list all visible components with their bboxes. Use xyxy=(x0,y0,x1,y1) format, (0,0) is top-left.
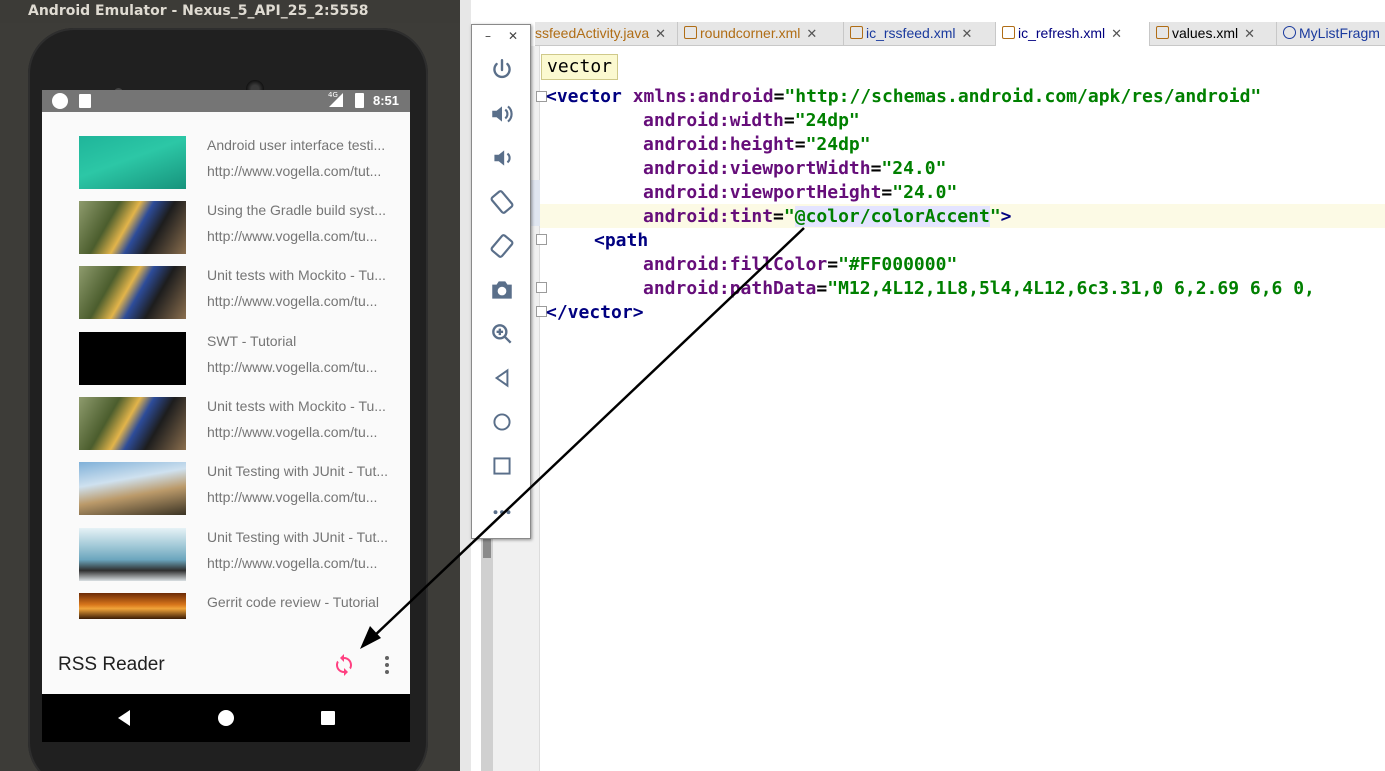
feed-thumbnail xyxy=(79,528,186,581)
emulator-window: Android Emulator - Nexus_5_API_25_2:5558… xyxy=(0,0,460,771)
feed-title: Unit Testing with JUnit - Tut... xyxy=(207,463,389,479)
status-time: 8:51 xyxy=(373,93,400,108)
editor-tabs: ssfeedActivity.java ✕ roundcorner.xml ✕ ic… xyxy=(535,22,1385,46)
status-bar: 4G 8:51 xyxy=(42,90,410,112)
close-icon[interactable]: ✕ xyxy=(961,26,972,41)
feed-thumbnail xyxy=(79,266,186,319)
code-line: </vector> xyxy=(546,302,644,323)
camera-icon[interactable] xyxy=(489,277,515,303)
list-item[interactable]: Unit Testing with JUnit - Tut... http://… xyxy=(42,462,410,527)
more-icon[interactable] xyxy=(489,497,515,523)
feed-thumbnail xyxy=(79,593,186,619)
close-icon[interactable]: ✕ xyxy=(806,26,817,41)
overflow-menu-icon[interactable] xyxy=(377,653,397,677)
overview-icon[interactable] xyxy=(316,706,340,730)
code-line: android:fillColor="#FF000000" xyxy=(643,254,958,275)
minimize-icon[interactable]: – xyxy=(485,29,491,43)
rotate-right-icon[interactable] xyxy=(489,233,515,259)
close-icon[interactable]: ✕ xyxy=(655,26,666,41)
feed-link: http://www.vogella.com/tu... xyxy=(207,359,378,375)
navigation-bar xyxy=(42,694,410,742)
zoom-icon[interactable] xyxy=(489,321,515,347)
feed-link: http://www.vogella.com/tu... xyxy=(207,293,378,309)
feed-link: http://www.vogella.com/tu... xyxy=(207,228,378,244)
battery-icon xyxy=(355,93,364,108)
feed-title: Unit tests with Mockito - Tu... xyxy=(207,398,386,414)
feed-thumbnail xyxy=(79,136,186,189)
list-item[interactable]: Unit Testing with JUnit - Tut... http://… xyxy=(42,528,410,593)
close-icon[interactable]: ✕ xyxy=(1111,26,1122,41)
feed-title: Android user interface testi... xyxy=(207,137,386,153)
feed-list[interactable]: Android user interface testi... http://w… xyxy=(42,112,410,622)
list-item[interactable]: Gerrit code review - Tutorial xyxy=(42,593,410,622)
color-resource-ref: @color/colorAccent xyxy=(794,206,990,227)
home-icon[interactable] xyxy=(214,706,238,730)
scroll-thumb[interactable] xyxy=(483,538,491,558)
fold-marker-icon[interactable] xyxy=(536,282,547,293)
feed-thumbnail xyxy=(79,462,186,515)
notification-dot-icon xyxy=(52,93,68,109)
ide-side-panel xyxy=(460,0,471,771)
close-icon[interactable]: ✕ xyxy=(1244,26,1255,41)
tab-ic-rssfeed[interactable]: ic_rssfeed.xml ✕ xyxy=(844,22,996,46)
sd-card-icon xyxy=(79,94,91,108)
tab-mylistfragment[interactable]: MyListFragm xyxy=(1277,22,1385,46)
refresh-icon[interactable] xyxy=(332,653,356,677)
xml-file-icon xyxy=(684,26,697,39)
code-line: android:height="24dp" xyxy=(643,134,871,155)
tab-roundcorner[interactable]: roundcorner.xml ✕ xyxy=(678,22,844,46)
list-item[interactable]: SWT - Tutorial http://www.vogella.com/tu… xyxy=(42,332,410,397)
class-icon xyxy=(1283,26,1296,39)
fold-marker-icon[interactable] xyxy=(536,234,547,245)
list-item[interactable]: Android user interface testi... http://w… xyxy=(42,136,410,201)
list-item[interactable]: Unit tests with Mockito - Tu... http://w… xyxy=(42,397,410,462)
feed-title: Unit Testing with JUnit - Tut... xyxy=(207,529,389,545)
volume-up-icon[interactable] xyxy=(489,101,515,127)
feed-title: Gerrit code review - Tutorial xyxy=(207,594,379,610)
back-icon[interactable] xyxy=(112,706,136,730)
signal-icon xyxy=(329,93,343,107)
feed-title: Using the Gradle build syst... xyxy=(207,202,386,218)
home-icon[interactable] xyxy=(489,409,515,435)
rotate-left-icon[interactable] xyxy=(489,189,515,215)
emulator-toolbar: – ✕ xyxy=(471,24,531,539)
feed-thumbnail xyxy=(79,397,186,450)
power-icon[interactable] xyxy=(489,57,515,83)
xml-file-icon xyxy=(1156,26,1169,39)
xml-file-icon xyxy=(850,26,863,39)
feed-thumbnail xyxy=(79,201,186,254)
xml-file-icon xyxy=(1002,26,1015,39)
breadcrumb[interactable]: vector xyxy=(541,54,619,80)
code-line: android:viewportHeight="24.0" xyxy=(643,182,958,203)
feed-link: http://www.vogella.com/tu... xyxy=(207,489,378,505)
ide-window: ssfeedActivity.java ✕ roundcorner.xml ✕ ic… xyxy=(460,0,1385,771)
code-line: android:viewportWidth="24.0" xyxy=(643,158,947,179)
back-icon[interactable] xyxy=(489,365,515,391)
feed-title: Unit tests with Mockito - Tu... xyxy=(207,267,386,283)
code-line: android:width="24dp" xyxy=(643,110,860,131)
feed-title: SWT - Tutorial xyxy=(207,333,297,349)
feed-link: http://www.vogella.com/tut... xyxy=(207,163,382,179)
volume-down-icon[interactable] xyxy=(489,145,515,171)
list-item[interactable]: Unit tests with Mockito - Tu... http://w… xyxy=(42,266,410,331)
tab-rssfeed-activity[interactable]: ssfeedActivity.java ✕ xyxy=(535,22,678,46)
code-line: <vector xmlns:android="http://schemas.an… xyxy=(546,86,1262,107)
overview-icon[interactable] xyxy=(489,453,515,479)
code-line: android:pathData="M12,4L12,1L8,5l4,4L12,… xyxy=(643,278,1315,299)
code-line: <path xyxy=(594,230,649,251)
tab-values[interactable]: values.xml ✕ xyxy=(1150,22,1277,46)
close-icon[interactable]: ✕ xyxy=(508,29,518,43)
code-line: android:tint="@color/colorAccent"> xyxy=(643,206,1012,227)
feed-thumbnail xyxy=(79,332,186,385)
feed-link: http://www.vogella.com/tu... xyxy=(207,424,378,440)
list-item[interactable]: Using the Gradle build syst... http://ww… xyxy=(42,201,410,266)
tab-ic-refresh[interactable]: ic_refresh.xml ✕ xyxy=(996,22,1150,46)
app-bar: RSS Reader xyxy=(42,632,410,694)
emulator-title: Android Emulator - Nexus_5_API_25_2:5558 xyxy=(0,0,460,23)
app-title: RSS Reader xyxy=(58,654,165,675)
feed-link: http://www.vogella.com/tu... xyxy=(207,555,378,571)
phone-screen[interactable]: 4G 8:51 Android user interface testi... … xyxy=(42,90,410,742)
